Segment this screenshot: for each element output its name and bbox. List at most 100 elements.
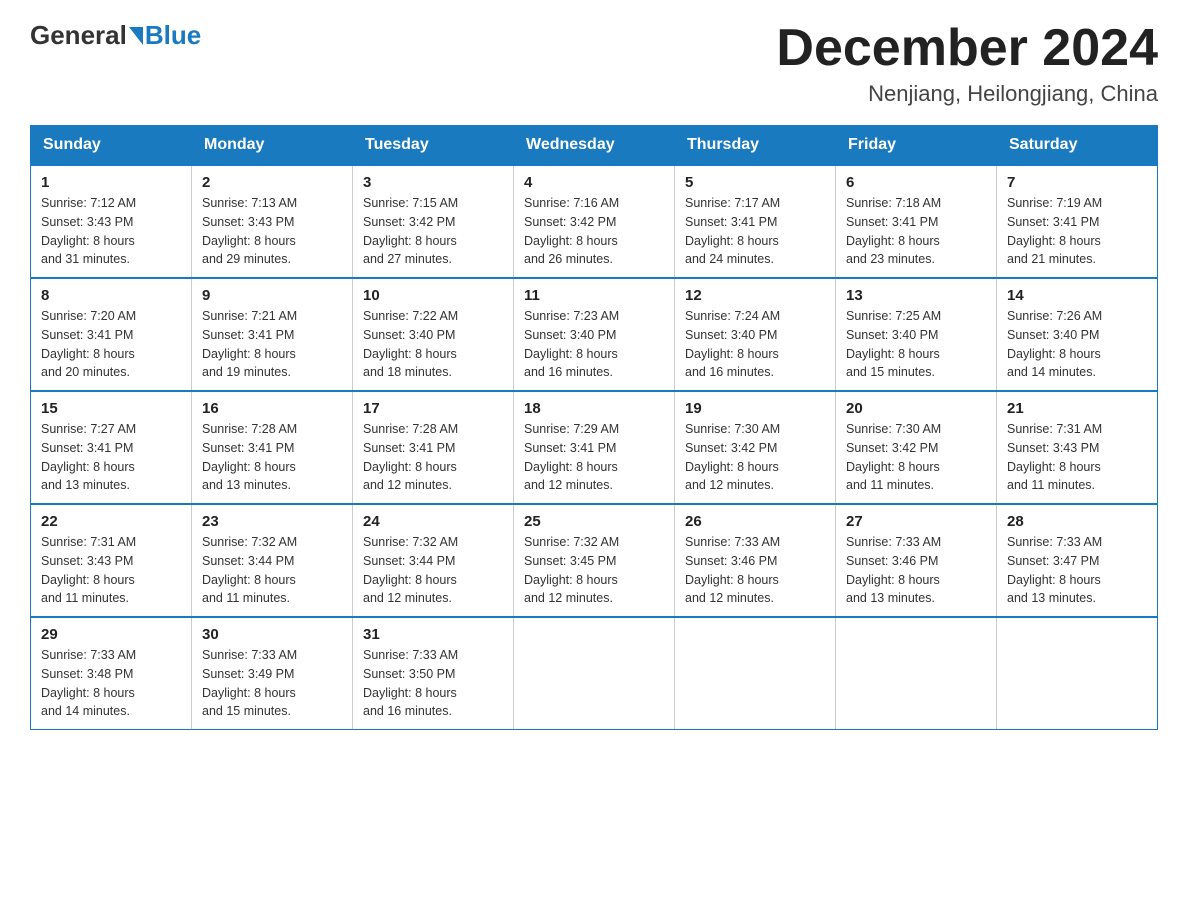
calendar-cell: 3 Sunrise: 7:15 AMSunset: 3:42 PMDaylight… <box>353 165 514 278</box>
calendar-cell <box>675 617 836 730</box>
day-info: Sunrise: 7:28 AMSunset: 3:41 PMDaylight:… <box>202 420 342 495</box>
calendar-cell: 10 Sunrise: 7:22 AMSunset: 3:40 PMDayligh… <box>353 278 514 391</box>
weekday-header-tuesday: Tuesday <box>353 126 514 166</box>
weekday-header-friday: Friday <box>836 126 997 166</box>
day-number: 14 <box>1007 287 1147 304</box>
calendar-week-row: 29 Sunrise: 7:33 AMSunset: 3:48 PMDayligh… <box>31 617 1158 730</box>
calendar-cell: 14 Sunrise: 7:26 AMSunset: 3:40 PMDayligh… <box>997 278 1158 391</box>
weekday-header-wednesday: Wednesday <box>514 126 675 166</box>
day-info: Sunrise: 7:16 AMSunset: 3:42 PMDaylight:… <box>524 194 664 269</box>
day-info: Sunrise: 7:32 AMSunset: 3:44 PMDaylight:… <box>202 533 342 608</box>
day-number: 20 <box>846 400 986 417</box>
calendar-cell: 4Sunrise: 7:16 AMSunset: 3:42 PMDaylight… <box>514 165 675 278</box>
day-info: Sunrise: 7:33 AMSunset: 3:49 PMDaylight:… <box>202 646 342 721</box>
calendar-cell: 22 Sunrise: 7:31 AMSunset: 3:43 PMDayligh… <box>31 504 192 617</box>
calendar-cell: 20 Sunrise: 7:30 AMSunset: 3:42 PMDayligh… <box>836 391 997 504</box>
calendar-cell: 24 Sunrise: 7:32 AMSunset: 3:44 PMDayligh… <box>353 504 514 617</box>
calendar-cell: 27 Sunrise: 7:33 AMSunset: 3:46 PMDayligh… <box>836 504 997 617</box>
day-number: 30 <box>202 626 342 643</box>
calendar-cell: 16 Sunrise: 7:28 AMSunset: 3:41 PMDayligh… <box>192 391 353 504</box>
day-number: 13 <box>846 287 986 304</box>
day-number: 12 <box>685 287 825 304</box>
calendar-cell <box>836 617 997 730</box>
day-number: 22 <box>41 513 181 530</box>
calendar-cell: 15Sunrise: 7:27 AMSunset: 3:41 PMDayligh… <box>31 391 192 504</box>
day-number: 23 <box>202 513 342 530</box>
day-number: 24 <box>363 513 503 530</box>
day-number: 21 <box>1007 400 1147 417</box>
calendar-cell: 2 Sunrise: 7:13 AMSunset: 3:43 PMDaylight… <box>192 165 353 278</box>
day-info: Sunrise: 7:21 AMSunset: 3:41 PMDaylight:… <box>202 307 342 382</box>
day-number: 11 <box>524 287 664 304</box>
day-number: 15 <box>41 400 181 417</box>
day-info: Sunrise: 7:30 AMSunset: 3:42 PMDaylight:… <box>685 420 825 495</box>
day-number: 27 <box>846 513 986 530</box>
day-number: 1 <box>41 174 181 191</box>
day-info: Sunrise: 7:33 AMSunset: 3:48 PMDaylight:… <box>41 646 181 721</box>
day-info: Sunrise: 7:25 AMSunset: 3:40 PMDaylight:… <box>846 307 986 382</box>
day-info: Sunrise: 7:18 AMSunset: 3:41 PMDaylight:… <box>846 194 986 269</box>
day-info: Sunrise: 7:31 AMSunset: 3:43 PMDaylight:… <box>41 533 181 608</box>
day-info: Sunrise: 7:33 AMSunset: 3:47 PMDaylight:… <box>1007 533 1147 608</box>
day-info: Sunrise: 7:15 AMSunset: 3:42 PMDaylight:… <box>363 194 503 269</box>
day-number: 16 <box>202 400 342 417</box>
day-info: Sunrise: 7:20 AMSunset: 3:41 PMDaylight:… <box>41 307 181 382</box>
calendar-cell: 17Sunrise: 7:28 AMSunset: 3:41 PMDayligh… <box>353 391 514 504</box>
day-info: Sunrise: 7:24 AMSunset: 3:40 PMDaylight:… <box>685 307 825 382</box>
day-number: 29 <box>41 626 181 643</box>
day-info: Sunrise: 7:33 AMSunset: 3:46 PMDaylight:… <box>846 533 986 608</box>
calendar-week-row: 22 Sunrise: 7:31 AMSunset: 3:43 PMDayligh… <box>31 504 1158 617</box>
day-number: 25 <box>524 513 664 530</box>
weekday-header-row: SundayMondayTuesdayWednesdayThursdayFrid… <box>31 126 1158 166</box>
day-number: 3 <box>363 174 503 191</box>
calendar-cell: 11 Sunrise: 7:23 AMSunset: 3:40 PMDayligh… <box>514 278 675 391</box>
day-info: Sunrise: 7:17 AMSunset: 3:41 PMDaylight:… <box>685 194 825 269</box>
day-number: 18 <box>524 400 664 417</box>
calendar-week-row: 8 Sunrise: 7:20 AMSunset: 3:41 PMDaylight… <box>31 278 1158 391</box>
calendar-cell: 28Sunrise: 7:33 AMSunset: 3:47 PMDayligh… <box>997 504 1158 617</box>
calendar-cell: 1 Sunrise: 7:12 AMSunset: 3:43 PMDaylight… <box>31 165 192 278</box>
calendar-cell: 26Sunrise: 7:33 AMSunset: 3:46 PMDayligh… <box>675 504 836 617</box>
day-info: Sunrise: 7:22 AMSunset: 3:40 PMDaylight:… <box>363 307 503 382</box>
calendar-cell: 18 Sunrise: 7:29 AMSunset: 3:41 PMDayligh… <box>514 391 675 504</box>
day-info: Sunrise: 7:13 AMSunset: 3:43 PMDaylight:… <box>202 194 342 269</box>
calendar-cell: 7Sunrise: 7:19 AMSunset: 3:41 PMDaylight… <box>997 165 1158 278</box>
day-info: Sunrise: 7:33 AMSunset: 3:50 PMDaylight:… <box>363 646 503 721</box>
calendar-cell: 31Sunrise: 7:33 AMSunset: 3:50 PMDayligh… <box>353 617 514 730</box>
calendar-cell: 19 Sunrise: 7:30 AMSunset: 3:42 PMDayligh… <box>675 391 836 504</box>
day-info: Sunrise: 7:32 AMSunset: 3:45 PMDaylight:… <box>524 533 664 608</box>
logo: General Blue <box>30 20 201 51</box>
day-number: 2 <box>202 174 342 191</box>
calendar-cell: 23 Sunrise: 7:32 AMSunset: 3:44 PMDayligh… <box>192 504 353 617</box>
day-info: Sunrise: 7:26 AMSunset: 3:40 PMDaylight:… <box>1007 307 1147 382</box>
calendar-cell <box>514 617 675 730</box>
day-info: Sunrise: 7:19 AMSunset: 3:41 PMDaylight:… <box>1007 194 1147 269</box>
day-info: Sunrise: 7:28 AMSunset: 3:41 PMDaylight:… <box>363 420 503 495</box>
day-number: 6 <box>846 174 986 191</box>
calendar-cell <box>997 617 1158 730</box>
day-info: Sunrise: 7:29 AMSunset: 3:41 PMDaylight:… <box>524 420 664 495</box>
weekday-header-monday: Monday <box>192 126 353 166</box>
day-info: Sunrise: 7:30 AMSunset: 3:42 PMDaylight:… <box>846 420 986 495</box>
calendar-week-row: 15Sunrise: 7:27 AMSunset: 3:41 PMDayligh… <box>31 391 1158 504</box>
calendar-cell: 25 Sunrise: 7:32 AMSunset: 3:45 PMDayligh… <box>514 504 675 617</box>
weekday-header-thursday: Thursday <box>675 126 836 166</box>
calendar-table: SundayMondayTuesdayWednesdayThursdayFrid… <box>30 125 1158 730</box>
calendar-cell: 29 Sunrise: 7:33 AMSunset: 3:48 PMDayligh… <box>31 617 192 730</box>
logo-arrow-icon <box>129 27 143 45</box>
calendar-cell: 12 Sunrise: 7:24 AMSunset: 3:40 PMDayligh… <box>675 278 836 391</box>
logo-general-text: General <box>30 20 127 51</box>
title-area: December 2024 Nenjiang, Heilongjiang, Ch… <box>776 20 1158 107</box>
day-number: 26 <box>685 513 825 530</box>
day-info: Sunrise: 7:23 AMSunset: 3:40 PMDaylight:… <box>524 307 664 382</box>
day-info: Sunrise: 7:12 AMSunset: 3:43 PMDaylight:… <box>41 194 181 269</box>
calendar-cell: 6 Sunrise: 7:18 AMSunset: 3:41 PMDaylight… <box>836 165 997 278</box>
calendar-cell: 9Sunrise: 7:21 AMSunset: 3:41 PMDaylight… <box>192 278 353 391</box>
day-number: 8 <box>41 287 181 304</box>
day-info: Sunrise: 7:32 AMSunset: 3:44 PMDaylight:… <box>363 533 503 608</box>
calendar-cell: 13 Sunrise: 7:25 AMSunset: 3:40 PMDayligh… <box>836 278 997 391</box>
calendar-week-row: 1 Sunrise: 7:12 AMSunset: 3:43 PMDaylight… <box>31 165 1158 278</box>
day-number: 10 <box>363 287 503 304</box>
calendar-cell: 8 Sunrise: 7:20 AMSunset: 3:41 PMDaylight… <box>31 278 192 391</box>
day-number: 19 <box>685 400 825 417</box>
